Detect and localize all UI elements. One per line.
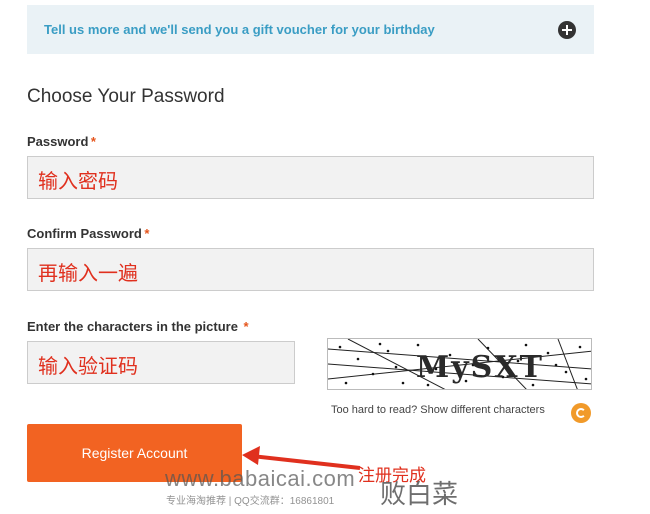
password-label: Password * [27,134,95,149]
section-title: Choose Your Password [27,86,225,107]
confirm-password-label-text: Confirm Password [27,226,142,241]
captcha-field-value: 输入验证码 [38,354,138,378]
password-field[interactable]: 输入密码 [27,156,594,199]
refresh-captcha-link[interactable]: Too hard to read? Show different charact… [331,404,545,416]
banner-text: Tell us more and we'll send you a gift v… [44,22,435,37]
watermark-brand: 败白菜 [380,480,459,510]
password-field-value: 输入密码 [38,169,118,193]
captcha-text: MySXT [416,350,544,385]
watermark-subtext: 专业海淘推荐 | QQ交流群：16861801 [166,496,335,507]
required-mark: * [143,226,149,241]
plus-circle-icon[interactable] [558,21,576,39]
refresh-icon[interactable] [571,403,591,423]
captcha-noise: MySXT [328,339,591,389]
watermark-url: www.babaicai.com [165,466,356,491]
captcha-image: MySXT [327,338,592,390]
captcha-label: Enter the characters in the picture * [27,319,248,334]
captcha-field[interactable]: 输入验证码 [27,341,295,384]
birthday-voucher-banner[interactable]: Tell us more and we'll send you a gift v… [27,5,594,54]
captcha-label-text: Enter the characters in the picture [27,319,238,334]
confirm-password-field-value: 再输入一遍 [38,261,138,285]
confirm-password-label: Confirm Password * [27,226,149,241]
required-mark: * [242,319,249,334]
required-mark: * [90,134,96,149]
confirm-password-field[interactable]: 再输入一遍 [27,248,594,291]
password-label-text: Password [27,134,89,149]
